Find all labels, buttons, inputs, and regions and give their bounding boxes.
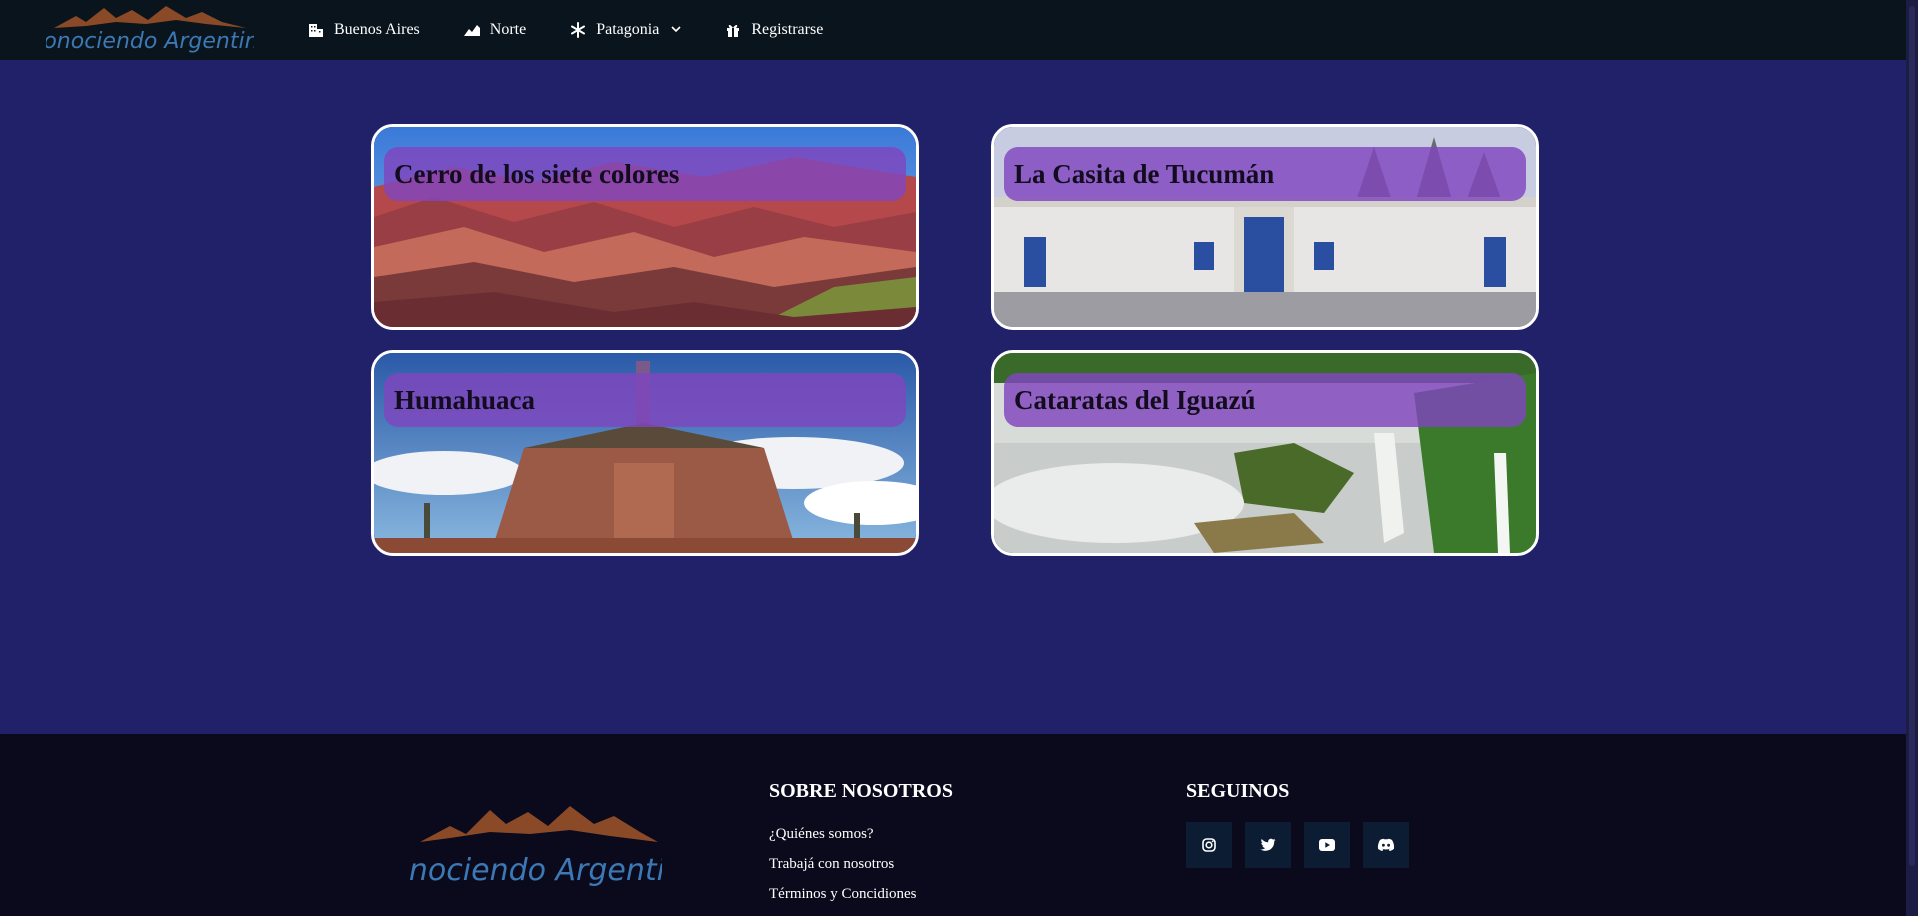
- footer-brand-logo[interactable]: Conociendo Argentina: [370, 796, 702, 892]
- site-footer: Conociendo Argentina SOBRE NOSOTROS ¿Qui…: [0, 734, 1906, 916]
- card-title: Humahuaca: [394, 384, 536, 415]
- card-title-bar: La Casita de Tucumán: [1004, 147, 1526, 201]
- about-heading: SOBRE NOSOTROS: [769, 780, 953, 802]
- nav-menu: Buenos Aires Norte Patagonia Registrarse: [308, 0, 867, 60]
- nav-item-patagonia[interactable]: Patagonia: [570, 21, 681, 39]
- follow-heading: SEGUINOS: [1186, 780, 1290, 802]
- building-icon: [308, 22, 324, 38]
- card-title: Cataratas del Iguazú: [1014, 384, 1256, 415]
- nav-label: Buenos Aires: [334, 21, 420, 38]
- instagram-button[interactable]: [1186, 822, 1232, 868]
- nav-label: Norte: [489, 21, 527, 38]
- footer-link-trabaja[interactable]: Trabajá con nosotros: [769, 856, 894, 873]
- destination-card-cerro[interactable]: Cerro de los siete colores: [371, 124, 919, 330]
- nav-label: Patagonia: [596, 21, 660, 38]
- youtube-button[interactable]: [1304, 822, 1350, 868]
- card-title-bar: Humahuaca: [384, 373, 906, 427]
- card-title: Cerro de los siete colores: [394, 158, 680, 189]
- twitter-icon: [1260, 838, 1276, 851]
- chevron-down-icon: [671, 24, 681, 36]
- nav-label: Registrarse: [751, 21, 824, 38]
- page-scrollbar[interactable]: [1906, 0, 1918, 916]
- destination-card-iguazu[interactable]: Cataratas del Iguazú: [991, 350, 1539, 556]
- gift-icon: [725, 22, 741, 38]
- scrollbar-thumb[interactable]: [1909, 6, 1915, 866]
- nav-item-registrarse[interactable]: Registrarse: [725, 21, 823, 39]
- card-title-bar: Cataratas del Iguazú: [1004, 373, 1526, 427]
- snowflake-icon: [570, 22, 586, 38]
- mountain-chart-icon: [463, 22, 480, 38]
- nav-item-buenos-aires[interactable]: Buenos Aires: [308, 21, 420, 39]
- footer-link-terminos[interactable]: Términos y Concidiones: [769, 886, 916, 903]
- footer-link-quienes-somos[interactable]: ¿Quiénes somos?: [769, 826, 874, 843]
- instagram-icon: [1202, 838, 1216, 852]
- brand-logo[interactable]: Conociendo Argentina: [46, 2, 254, 58]
- nav-item-norte[interactable]: Norte: [463, 21, 527, 39]
- card-title-bar: Cerro de los siete colores: [384, 147, 906, 201]
- card-title: La Casita de Tucumán: [1014, 158, 1275, 189]
- youtube-icon: [1319, 839, 1335, 851]
- destination-card-casita[interactable]: La Casita de Tucumán: [991, 124, 1539, 330]
- discord-button[interactable]: [1363, 822, 1409, 868]
- destination-card-humahuaca[interactable]: Humahuaca: [371, 350, 919, 556]
- discord-icon: [1377, 838, 1395, 851]
- top-navbar: Conociendo Argentina Buenos Aires Norte …: [0, 0, 1906, 60]
- twitter-button[interactable]: [1245, 822, 1291, 868]
- footer-brand-text: Conociendo Argentina: [410, 853, 662, 888]
- brand-text: Conociendo Argentina: [46, 29, 254, 54]
